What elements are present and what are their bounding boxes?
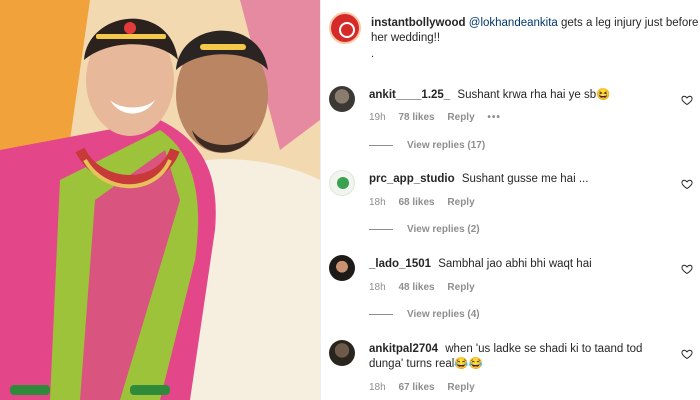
comment-meta: 19h 78 likes Reply ••• [369, 112, 511, 123]
replies-divider [369, 228, 393, 230]
more-options-icon[interactable]: ••• [487, 112, 501, 123]
heart-icon[interactable] [681, 348, 693, 360]
comment-text: Sambhal jao abhi bhi waqt hai [438, 258, 592, 270]
comment-body: ankit____1.25_ Sushant krwa rha hai ye s… [369, 88, 679, 103]
comment-body: prc_app_studio Sushant gusse me hai ... [369, 172, 679, 187]
heart-icon[interactable] [681, 94, 693, 106]
view-replies-button[interactable]: View replies (4) [369, 309, 480, 320]
comment-body: _lado_1501 Sambhal jao abhi bhi waqt hai [369, 257, 679, 272]
author-avatar[interactable] [329, 12, 361, 44]
view-replies-label: View replies (4) [407, 309, 480, 320]
comment-time: 18h [369, 197, 386, 208]
commenter-avatar[interactable] [329, 255, 355, 281]
comment-time: 18h [369, 282, 386, 293]
replies-divider [369, 313, 393, 315]
comment-text: Sushant krwa rha hai ye sb😆 [457, 89, 611, 101]
reply-button[interactable]: Reply [447, 282, 474, 293]
caption-text: instantbollywood @lokhandeankita gets a … [371, 16, 700, 46]
heart-icon[interactable] [681, 263, 693, 275]
view-replies-button[interactable]: View replies (17) [369, 140, 485, 151]
comment-meta: 18h 68 likes Reply [369, 197, 485, 208]
commenter-avatar[interactable] [329, 340, 355, 366]
commenter-username[interactable]: prc_app_studio [369, 173, 455, 185]
comment-likes[interactable]: 78 likes [398, 112, 434, 123]
post-photo [0, 0, 320, 400]
commenter-avatar[interactable] [329, 86, 355, 112]
comment-body: ankitpal2704 when 'us ladke se shadi ki … [369, 342, 679, 372]
reply-button[interactable]: Reply [447, 197, 474, 208]
view-replies-label: View replies (17) [407, 140, 486, 151]
reply-button[interactable]: Reply [447, 112, 474, 123]
author-username[interactable]: instantbollywood [371, 17, 466, 29]
comment-time: 18h [369, 382, 386, 393]
replies-divider [369, 144, 393, 146]
couple-photo-illustration [0, 0, 320, 400]
reply-button[interactable]: Reply [447, 382, 474, 393]
view-replies-button[interactable]: View replies (2) [369, 224, 480, 235]
caption-mention[interactable]: @lokhandeankita [469, 17, 558, 29]
view-replies-label: View replies (2) [407, 224, 480, 235]
heart-icon[interactable] [681, 178, 693, 190]
comment-meta: 18h 67 likes Reply [369, 382, 485, 393]
comment-text: Sushant gusse me hai ... [461, 173, 589, 185]
comment-likes[interactable]: 67 likes [398, 382, 434, 393]
commenter-avatar[interactable] [329, 170, 355, 196]
comments-panel: instantbollywood @lokhandeankita gets a … [320, 0, 700, 400]
caption-dot: . [371, 48, 375, 60]
commenter-username[interactable]: ankitpal2704 [369, 343, 438, 355]
comment-likes[interactable]: 68 likes [398, 197, 434, 208]
comment-likes[interactable]: 48 likes [398, 282, 434, 293]
commenter-username[interactable]: ankit____1.25_ [369, 89, 450, 101]
comment-time: 19h [369, 112, 386, 123]
comment-meta: 18h 48 likes Reply [369, 282, 485, 293]
commenter-username[interactable]: _lado_1501 [369, 258, 431, 270]
